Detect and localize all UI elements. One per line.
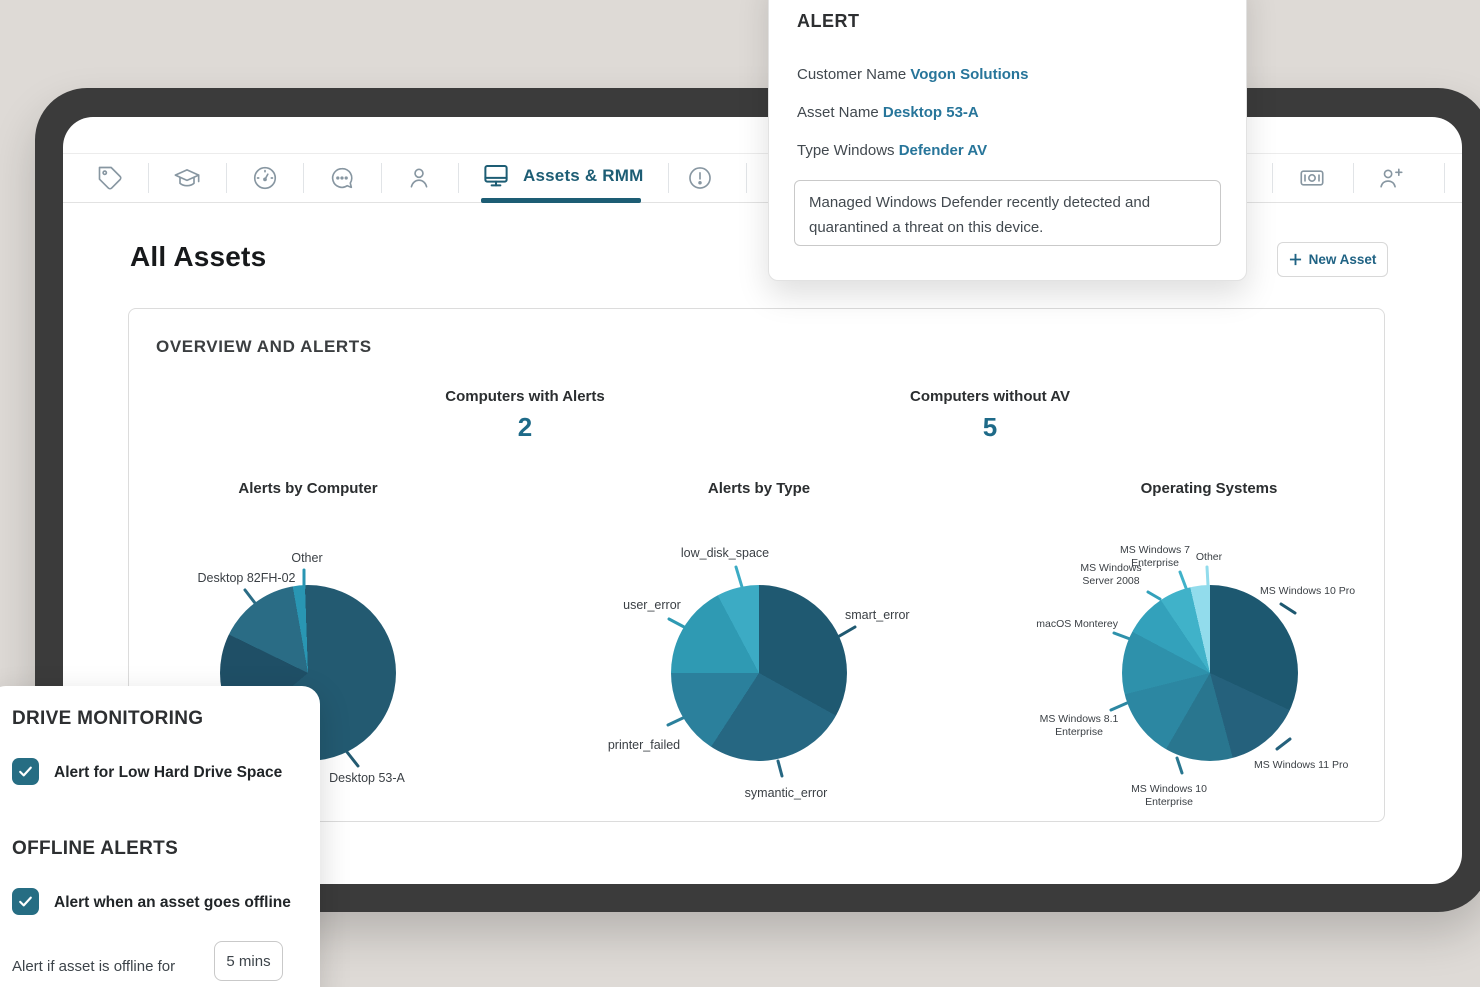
monitor-icon — [481, 161, 511, 191]
asset-name-link[interactable]: Desktop 53-A — [883, 104, 979, 121]
alert-popup-title: ALERT — [797, 11, 860, 32]
stat-value: 5 — [870, 412, 1110, 443]
pie-label: macOS Monterey — [1018, 618, 1118, 631]
alert-circle-icon[interactable] — [686, 164, 714, 192]
alert-field-asset: Asset Name Desktop 53-A — [797, 104, 979, 121]
drive-monitoring-title: DRIVE MONITORING — [12, 708, 203, 730]
nav-divider — [1272, 163, 1273, 193]
active-tab-underline — [481, 198, 641, 203]
pie-label: printer_failed — [584, 738, 704, 754]
stat-computers-without-av: Computers without AV 5 — [870, 388, 1110, 443]
pie-label: Desktop 53-A — [307, 771, 427, 787]
stat-label: Computers without AV — [870, 388, 1110, 405]
customer-name-link[interactable]: Vogon Solutions — [910, 66, 1028, 83]
pie-label: symantic_error — [726, 786, 846, 802]
field-label: Asset Name — [797, 104, 879, 121]
pie-label: MS Windows 10 Enterprise — [1124, 783, 1214, 809]
nav-bottom-border — [63, 202, 1462, 203]
chart-title-alerts-by-computer: Alerts by Computer — [188, 480, 428, 497]
tag-icon[interactable] — [96, 164, 124, 192]
new-asset-button-label: New Asset — [1309, 252, 1377, 267]
low-space-label: Alert for Low Hard Drive Space — [54, 764, 282, 782]
chat-icon[interactable] — [328, 164, 356, 192]
tab-assets-rmm-label: Assets & RMM — [523, 166, 643, 186]
nav-divider — [458, 163, 459, 193]
nav-divider — [668, 163, 669, 193]
check-icon — [17, 763, 34, 780]
pie-label: Other — [1179, 551, 1239, 564]
check-icon — [17, 893, 34, 910]
nav-divider — [303, 163, 304, 193]
offline-alerts-title: OFFLINE ALERTS — [12, 838, 178, 860]
gauge-icon[interactable] — [251, 164, 279, 192]
low-space-checkbox[interactable] — [12, 758, 39, 785]
money-icon[interactable] — [1298, 164, 1326, 192]
person-icon[interactable] — [405, 164, 433, 192]
pie-label: Desktop 82FH-02 — [174, 571, 319, 587]
chart-title-alerts-by-type: Alerts by Type — [639, 480, 879, 497]
nav-divider — [381, 163, 382, 193]
stat-label: Computers with Alerts — [405, 388, 645, 405]
alert-field-type: Type Windows Defender AV — [797, 142, 987, 159]
tab-assets-rmm[interactable]: Assets & RMM — [481, 161, 643, 191]
field-label: Type Windows — [797, 142, 895, 159]
plus-icon — [1289, 253, 1302, 266]
pie-label: user_error — [592, 598, 712, 614]
alert-type-link[interactable]: Defender AV — [899, 142, 987, 159]
section-title: OVERVIEW AND ALERTS — [156, 337, 372, 357]
alert-popup: ALERT Customer Name Vogon Solutions Asse… — [768, 0, 1247, 281]
nav-divider — [148, 163, 149, 193]
pie-label: MS Windows Server 2008 — [1066, 562, 1156, 588]
pie-operating-systems[interactable] — [1122, 585, 1298, 761]
alert-description-box[interactable]: Managed Windows Defender recently detect… — [794, 180, 1221, 246]
pie-label: MS Windows 8.1 Enterprise — [1034, 713, 1124, 739]
person-plus-icon[interactable] — [1377, 164, 1405, 192]
pie-label: low_disk_space — [665, 546, 785, 562]
offline-label: Alert when an asset goes offline — [54, 894, 291, 912]
new-asset-button[interactable]: New Asset — [1277, 242, 1388, 277]
chart-title-operating-systems: Operating Systems — [1089, 480, 1329, 497]
field-label: Customer Name — [797, 66, 906, 83]
pie-label: smart_error — [845, 608, 965, 624]
nav-divider — [226, 163, 227, 193]
nav-divider — [1353, 163, 1354, 193]
stat-computers-with-alerts: Computers with Alerts 2 — [405, 388, 645, 443]
offline-for-label: Alert if asset is offline for — [12, 958, 175, 975]
stat-value: 2 — [405, 412, 645, 443]
pie-label: MS Windows 11 Pro — [1254, 759, 1384, 772]
nav-divider — [1444, 163, 1445, 193]
page-title: All Assets — [130, 241, 266, 273]
nav-divider — [746, 163, 747, 193]
offline-minutes-input[interactable]: 5 mins — [214, 941, 283, 981]
alert-field-customer: Customer Name Vogon Solutions — [797, 66, 1028, 83]
pie-label: Other — [275, 551, 339, 567]
screenshot-stage: Assets & RMM All Assets New Asset OVERVI… — [0, 0, 1480, 987]
pie-label: MS Windows 10 Pro — [1260, 585, 1390, 598]
drive-monitoring-panel: DRIVE MONITORING Alert for Low Hard Driv… — [0, 686, 320, 987]
nav-top-border — [63, 153, 1462, 154]
graduation-cap-icon[interactable] — [173, 164, 201, 192]
offline-checkbox[interactable] — [12, 888, 39, 915]
